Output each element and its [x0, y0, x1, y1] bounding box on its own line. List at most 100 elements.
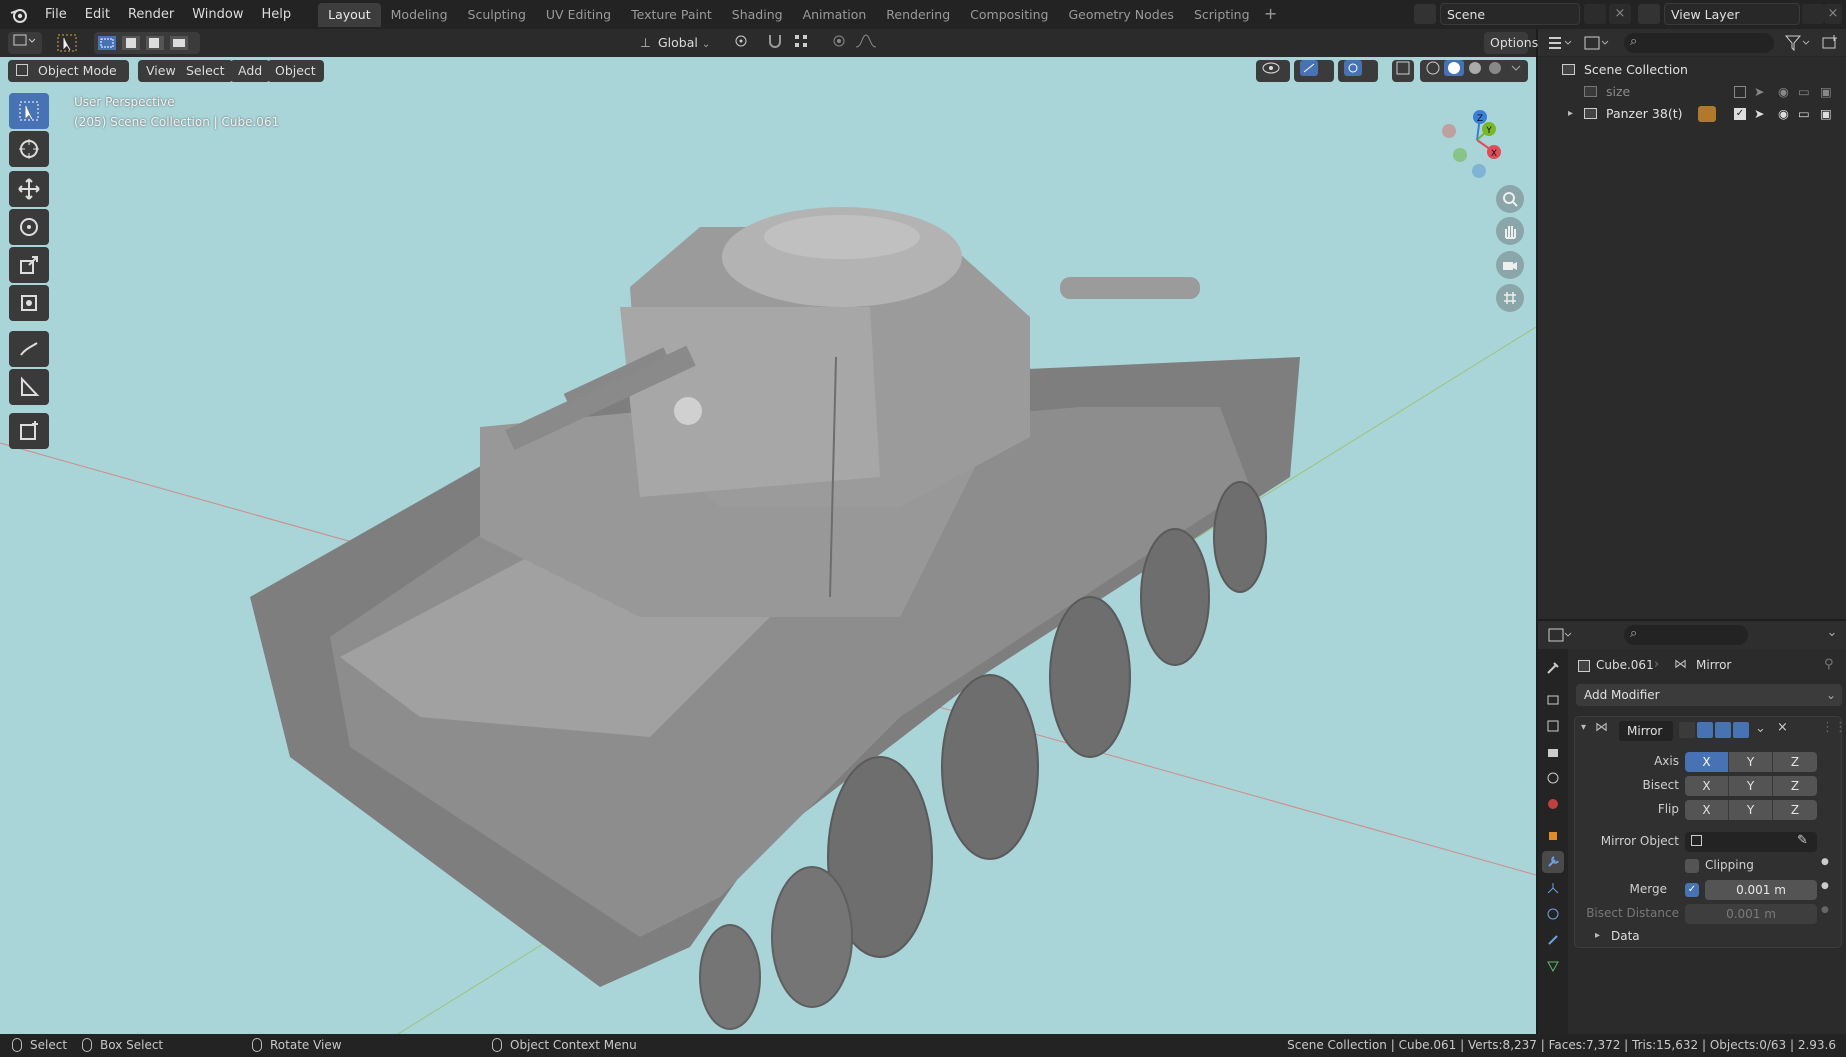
- pin-icon[interactable]: ⚲: [1824, 657, 1834, 672]
- bisect-y-toggle[interactable]: Y: [1729, 776, 1773, 796]
- keyframe-dot-icon[interactable]: ●: [1821, 857, 1829, 867]
- delete-scene-icon[interactable]: ×: [1609, 4, 1631, 24]
- camera-view-icon[interactable]: [1496, 251, 1524, 279]
- tab-geometry-nodes[interactable]: Geometry Nodes: [1059, 3, 1184, 27]
- keyframe-dot-icon[interactable]: ●: [1821, 881, 1829, 891]
- collapse-triangle-icon[interactable]: ▾: [1581, 722, 1586, 733]
- tab-animation[interactable]: Animation: [793, 3, 877, 27]
- view-layer-tab-icon[interactable]: [1542, 741, 1564, 763]
- render-tab-icon[interactable]: [1542, 689, 1564, 711]
- tool-tab-icon[interactable]: [1542, 657, 1564, 679]
- transform-tool-icon[interactable]: [9, 285, 49, 321]
- outliner-row-scene-collection[interactable]: Scene Collection: [1538, 59, 1846, 81]
- menu-select[interactable]: Select: [178, 60, 233, 82]
- view-layer-selector[interactable]: View Layer: [1664, 3, 1800, 25]
- camera-icon[interactable]: ▣: [1820, 103, 1832, 125]
- disclosure-triangle-icon[interactable]: ▸: [1568, 103, 1573, 125]
- on-cage-toggle-icon[interactable]: [1697, 722, 1713, 738]
- drag-handle-icon[interactable]: ⋮⋮: [1821, 720, 1846, 735]
- tab-uv-editing[interactable]: UV Editing: [536, 3, 621, 27]
- rotate-tool-icon[interactable]: [9, 209, 49, 245]
- tank-model-render[interactable]: [0, 57, 1536, 1034]
- world-tab-icon[interactable]: [1542, 793, 1564, 815]
- chevron-down-icon[interactable]: ⌄: [1755, 721, 1766, 736]
- close-icon[interactable]: ×: [1777, 720, 1788, 735]
- scene-tab-icon[interactable]: [1542, 767, 1564, 789]
- select-arrow-icon[interactable]: ➤: [1754, 81, 1764, 103]
- merge-checkbox[interactable]: ✓: [1685, 883, 1699, 897]
- measure-tool-icon[interactable]: [9, 369, 49, 405]
- proportional-editing-icon[interactable]: [828, 32, 850, 54]
- shading-mode-group[interactable]: [1420, 60, 1528, 82]
- flip-y-toggle[interactable]: Y: [1729, 800, 1773, 820]
- flip-z-toggle[interactable]: Z: [1773, 800, 1817, 820]
- pivot-point-icon[interactable]: [726, 32, 756, 54]
- cursor-tool-icon[interactable]: [9, 131, 49, 167]
- outliner-search-input[interactable]: ⌕: [1624, 33, 1774, 53]
- outliner-editor-type-icon[interactable]: [1546, 33, 1576, 53]
- clipping-checkbox[interactable]: [1685, 859, 1699, 873]
- selection-mode-group[interactable]: [94, 32, 200, 54]
- view-layer-browse-icon[interactable]: [1638, 4, 1660, 24]
- transform-orientation-dropdown[interactable]: ⊥ Global ⌄: [632, 32, 720, 54]
- select-tool-icon[interactable]: [54, 32, 80, 54]
- eyedropper-icon[interactable]: ✎: [1797, 833, 1808, 848]
- outliner-row-size[interactable]: size ➤ ◉ ▭ ▣: [1538, 81, 1846, 103]
- tab-shading[interactable]: Shading: [722, 3, 793, 27]
- outliner-row-panzer[interactable]: ▸ Panzer 38(t) ✓ ➤ ◉ ▭ ▣: [1538, 103, 1846, 125]
- menu-object[interactable]: Object: [267, 60, 324, 82]
- output-tab-icon[interactable]: [1542, 715, 1564, 737]
- snap-icon[interactable]: [762, 32, 788, 54]
- move-tool-icon[interactable]: [9, 171, 49, 207]
- blender-logo-icon[interactable]: [8, 4, 30, 26]
- overlays-icon[interactable]: [1338, 60, 1378, 82]
- eye-icon[interactable]: ◉: [1778, 81, 1789, 103]
- menu-render[interactable]: Render: [119, 3, 183, 27]
- exclude-checkbox-checked[interactable]: ✓: [1734, 108, 1746, 120]
- add-workspace-button[interactable]: +: [1260, 3, 1282, 27]
- axis-y-toggle[interactable]: Y: [1729, 752, 1773, 772]
- visibility-icon[interactable]: [1256, 60, 1290, 82]
- data-tab-icon[interactable]: [1542, 955, 1564, 977]
- axis-x-toggle[interactable]: X: [1685, 752, 1729, 772]
- display-mode-icon[interactable]: [1582, 33, 1612, 53]
- scene-browse-icon[interactable]: [1414, 4, 1436, 24]
- render-toggle-icon[interactable]: [1733, 722, 1749, 738]
- properties-editor-type-icon[interactable]: [1546, 625, 1576, 645]
- tab-modeling[interactable]: Modeling: [381, 3, 458, 27]
- pan-hand-icon[interactable]: [1496, 217, 1524, 245]
- scale-tool-icon[interactable]: [9, 247, 49, 283]
- monitor-icon[interactable]: ▭: [1798, 103, 1810, 125]
- gizmo-toggle-icon[interactable]: [1294, 60, 1334, 82]
- menu-add[interactable]: Add: [230, 60, 271, 82]
- exclude-checkbox[interactable]: [1734, 86, 1746, 98]
- editor-type-button[interactable]: [8, 32, 42, 54]
- modifier-name-input[interactable]: Mirror: [1619, 721, 1673, 741]
- menu-file[interactable]: File: [36, 3, 76, 27]
- zoom-icon[interactable]: [1496, 185, 1524, 213]
- tab-scripting[interactable]: Scripting: [1184, 3, 1260, 27]
- chevron-down-icon[interactable]: ⌄: [1822, 625, 1842, 645]
- constraints-tab-icon[interactable]: [1542, 929, 1564, 951]
- add-cube-tool-icon[interactable]: [9, 413, 49, 449]
- menu-help[interactable]: Help: [253, 3, 301, 27]
- mode-dropdown[interactable]: Object Mode ⌄: [8, 60, 129, 100]
- annotate-tool-icon[interactable]: [9, 331, 49, 367]
- delete-view-layer-icon[interactable]: ×: [1824, 4, 1842, 24]
- navigation-gizmo[interactable]: X Y Z: [1432, 95, 1522, 185]
- add-modifier-dropdown[interactable]: Add Modifier ⌄: [1576, 684, 1842, 706]
- menu-window[interactable]: Window: [183, 3, 252, 27]
- edit-mode-toggle-icon[interactable]: [1679, 722, 1695, 738]
- flip-x-toggle[interactable]: X: [1685, 800, 1729, 820]
- tab-rendering[interactable]: Rendering: [876, 3, 960, 27]
- bisect-z-toggle[interactable]: Z: [1773, 776, 1817, 796]
- merge-distance-input[interactable]: 0.001 m: [1705, 880, 1817, 900]
- realtime-toggle-icon[interactable]: [1715, 722, 1731, 738]
- eye-icon[interactable]: ◉: [1778, 103, 1789, 125]
- new-view-layer-icon[interactable]: [1802, 4, 1824, 24]
- particles-tab-icon[interactable]: [1542, 877, 1564, 899]
- menu-view[interactable]: View: [138, 60, 184, 82]
- filter-icon[interactable]: [1784, 33, 1812, 53]
- scene-selector[interactable]: Scene: [1440, 3, 1580, 25]
- 3d-viewport[interactable]: User Perspective (205) Scene Collection …: [0, 57, 1536, 1034]
